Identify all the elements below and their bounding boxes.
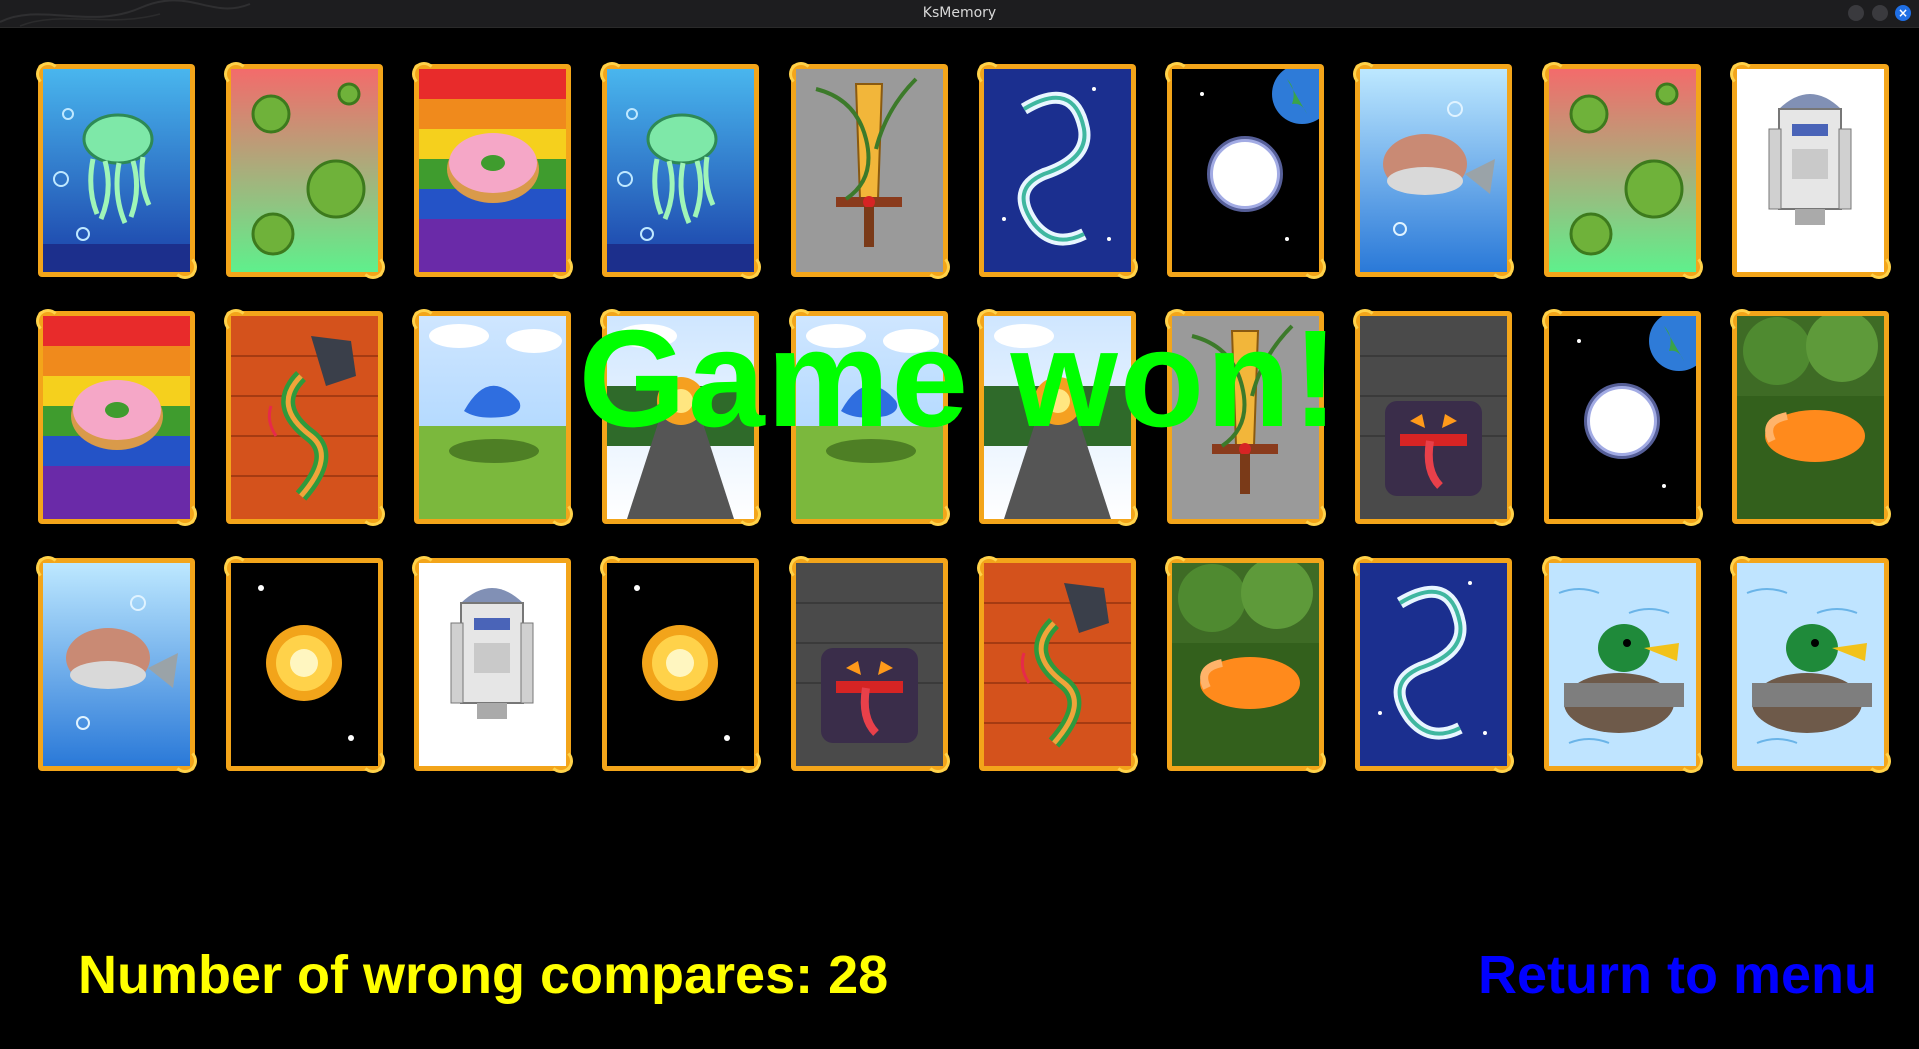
jellyfish-card[interactable] bbox=[600, 62, 761, 279]
dragon-icon bbox=[984, 69, 1131, 272]
window-title: KsMemory bbox=[922, 5, 997, 21]
sun-card[interactable] bbox=[600, 556, 761, 773]
dragon-icon bbox=[1360, 563, 1507, 766]
sword-icon bbox=[796, 69, 943, 272]
jellyfish-card[interactable] bbox=[36, 62, 197, 279]
sword-card[interactable] bbox=[789, 62, 950, 279]
minimize-button[interactable] bbox=[1848, 5, 1864, 21]
sun-icon bbox=[607, 563, 754, 766]
maximize-button[interactable] bbox=[1872, 5, 1888, 21]
r2d2-icon bbox=[419, 563, 566, 766]
sun-card[interactable] bbox=[224, 556, 385, 773]
r2d2-icon bbox=[1737, 69, 1884, 272]
r2d2-card[interactable] bbox=[412, 556, 573, 773]
return-to-menu-button[interactable]: Return to menu bbox=[1478, 948, 1877, 1002]
dragon-card[interactable] bbox=[977, 62, 1138, 279]
close-button[interactable]: × bbox=[1895, 5, 1911, 21]
wrong-compares-counter: Number of wrong compares: 28 bbox=[78, 945, 889, 1005]
monster-icon bbox=[796, 563, 943, 766]
snake-card[interactable] bbox=[977, 556, 1138, 773]
virus-icon bbox=[231, 69, 378, 272]
jellyfish-icon bbox=[43, 69, 190, 272]
fox-icon bbox=[1172, 563, 1319, 766]
virus-card[interactable] bbox=[224, 62, 385, 279]
window-titlebar: KsMemory × bbox=[0, 0, 1919, 28]
pufferfish-icon bbox=[43, 563, 190, 766]
game-won-message: Game won! bbox=[578, 302, 1341, 456]
sun-icon bbox=[231, 563, 378, 766]
snake-icon bbox=[984, 563, 1131, 766]
virus-card[interactable] bbox=[1542, 62, 1703, 279]
duck-card[interactable] bbox=[1730, 556, 1891, 773]
moon-card[interactable] bbox=[1165, 62, 1326, 279]
monster-card[interactable] bbox=[789, 556, 950, 773]
donut-icon bbox=[419, 69, 566, 272]
moon-icon bbox=[1172, 69, 1319, 272]
jellyfish-icon bbox=[607, 69, 754, 272]
fox-card[interactable] bbox=[1165, 556, 1326, 773]
pufferfish-card[interactable] bbox=[36, 556, 197, 773]
pufferfish-icon bbox=[1360, 69, 1507, 272]
duck-icon bbox=[1737, 563, 1884, 766]
donut-card[interactable] bbox=[412, 62, 573, 279]
duck-card[interactable] bbox=[1542, 556, 1703, 773]
virus-icon bbox=[1549, 69, 1696, 272]
r2d2-card[interactable] bbox=[1730, 62, 1891, 279]
pufferfish-card[interactable] bbox=[1353, 62, 1514, 279]
dragon-card[interactable] bbox=[1353, 556, 1514, 773]
duck-icon bbox=[1549, 563, 1696, 766]
